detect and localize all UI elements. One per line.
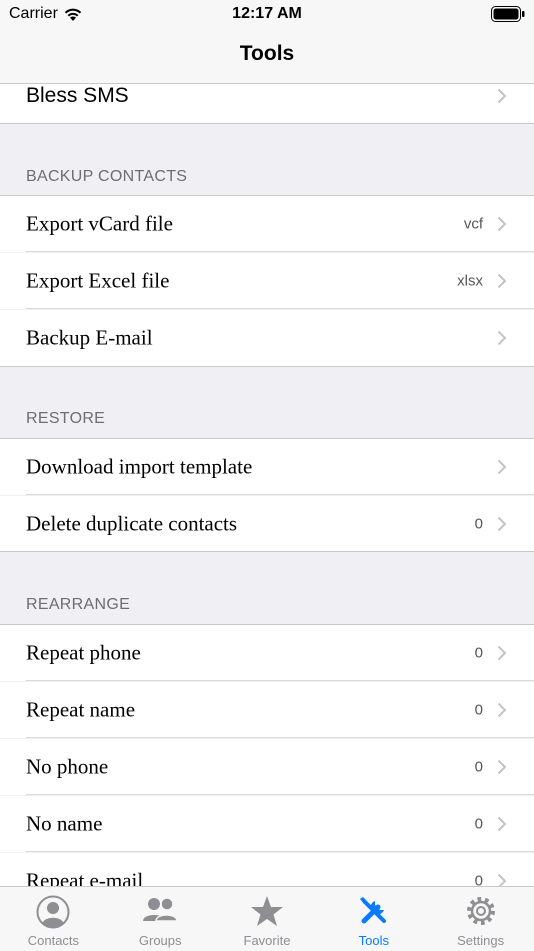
row-label: Backup E-mail: [26, 325, 153, 350]
export-excel-row[interactable]: Export Excel file xlsx: [0, 253, 534, 309]
tab-favorite[interactable]: Favorite: [214, 887, 321, 951]
tab-settings[interactable]: Settings: [427, 887, 534, 951]
chevron-right-icon: [497, 645, 507, 661]
chevron-right-icon: [497, 330, 507, 346]
chevron-right-icon: [497, 273, 507, 289]
row-detail: vcf: [463, 215, 483, 233]
chevron-right-icon: [497, 88, 507, 104]
chevron-right-icon: [497, 702, 507, 718]
gear-icon: [466, 897, 495, 925]
repeat-phone-row[interactable]: Repeat phone 0: [0, 625, 534, 681]
tab-tools[interactable]: Tools: [320, 887, 427, 951]
navigation-bar: Tools: [0, 28, 534, 84]
row-detail: xlsx: [457, 272, 483, 290]
divider: [26, 851, 534, 852]
row-detail: 0: [474, 701, 483, 719]
divider: [0, 366, 534, 367]
section-header-rearrange: REARRANGE: [26, 596, 131, 613]
row-detail: 0: [474, 515, 483, 533]
divider: [0, 123, 534, 124]
divider: [26, 794, 534, 795]
status-bar: Carrier 12:17 AM: [0, 0, 534, 28]
row-label: No name: [26, 811, 103, 836]
repeat-name-row[interactable]: Repeat name 0: [0, 682, 534, 738]
download-template-row[interactable]: Download import template: [0, 439, 534, 495]
chevron-right-icon: [497, 816, 507, 832]
row-detail: 0: [474, 758, 483, 776]
row-label: Repeat e-mail: [26, 868, 144, 887]
row-label: Download import template: [26, 454, 253, 479]
tab-label: Groups: [138, 933, 182, 948]
star-icon: [250, 896, 283, 926]
repeat-email-row[interactable]: Repeat e-mail 0: [0, 853, 534, 886]
chevron-right-icon: [497, 873, 507, 886]
chevron-right-icon: [497, 516, 507, 532]
row-detail: 0: [474, 872, 483, 887]
divider: [26, 494, 534, 495]
delete-duplicates-row[interactable]: Delete duplicate contacts 0: [0, 496, 534, 552]
tab-label: Tools: [358, 933, 389, 948]
row-label: Bless SMS: [26, 84, 129, 107]
page-title: Tools: [239, 42, 295, 65]
tab-label: Favorite: [243, 933, 291, 948]
tab-contacts[interactable]: Contacts: [0, 887, 107, 951]
row-detail: 0: [474, 815, 483, 833]
chevron-right-icon: [497, 759, 507, 775]
battery-icon: [491, 6, 525, 22]
clock: 12:17 AM: [232, 5, 302, 22]
export-vcard-row[interactable]: Export vCard file vcf: [0, 196, 534, 252]
tab-label: Settings: [457, 933, 505, 948]
chevron-right-icon: [497, 459, 507, 475]
tools-list[interactable]: Bless SMS BACKUP CONTACTS Export vCard f…: [0, 84, 534, 886]
row-detail: 0: [474, 644, 483, 662]
divider: [0, 551, 534, 552]
divider: [26, 680, 534, 681]
row-label: Repeat phone: [26, 640, 141, 665]
person-circle-icon: [36, 895, 70, 929]
row-label: No phone: [26, 754, 109, 779]
tab-bar: Contacts Groups Favorite Tools Settings: [0, 886, 534, 951]
backup-email-row[interactable]: Backup E-mail: [0, 310, 534, 366]
no-phone-row[interactable]: No phone 0: [0, 739, 534, 795]
tab-groups[interactable]: Groups: [107, 887, 214, 951]
section-header-backup: BACKUP CONTACTS: [26, 168, 188, 185]
people-icon: [143, 897, 178, 922]
divider: [26, 737, 534, 738]
tab-label: Contacts: [27, 933, 80, 948]
divider: [26, 251, 534, 252]
row-label: Delete duplicate contacts: [26, 511, 238, 536]
no-name-row[interactable]: No name 0: [0, 796, 534, 852]
divider: [26, 308, 534, 309]
row-label: Export Excel file: [26, 268, 170, 293]
chevron-right-icon: [497, 216, 507, 232]
section-header-restore: RESTORE: [26, 410, 106, 427]
row-label: Export vCard file: [26, 211, 173, 236]
row-label: Repeat name: [26, 697, 136, 722]
bless-sms-row[interactable]: Bless SMS: [0, 84, 534, 124]
wrench-screwdriver-icon: [359, 897, 386, 924]
